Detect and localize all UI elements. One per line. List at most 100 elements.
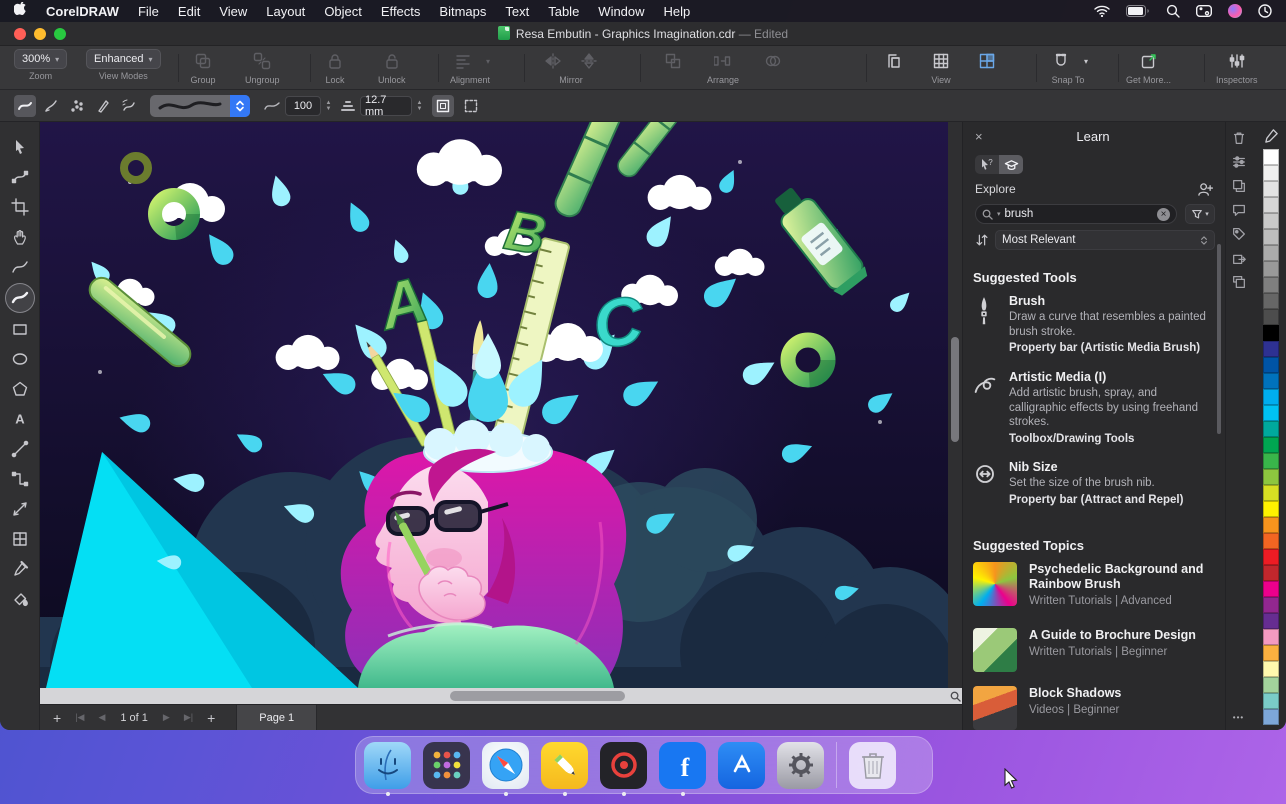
pick-tool[interactable] xyxy=(6,134,34,160)
topic-brochure[interactable]: A Guide to Brochure Design Written Tutor… xyxy=(973,628,1215,672)
sprayer-mode-button[interactable] xyxy=(66,95,88,117)
palette-swatch-4D4D4D[interactable] xyxy=(1263,309,1279,325)
search-input[interactable]: ▾ brush × xyxy=(975,204,1177,224)
palette-swatch-A3D39C[interactable] xyxy=(1263,677,1279,693)
group-button[interactable] xyxy=(190,49,216,73)
sort-dropdown[interactable]: Most Relevant xyxy=(995,230,1215,250)
alignment-button[interactable] xyxy=(450,49,476,73)
palette-swatch-F49AC1[interactable] xyxy=(1263,629,1279,645)
distribute-button[interactable] xyxy=(710,49,736,73)
topic-psychedelic[interactable]: Psychedelic Background and Rainbow Brush… xyxy=(973,562,1215,607)
palette-swatch-FBB040[interactable] xyxy=(1263,645,1279,661)
menu-edit[interactable]: Edit xyxy=(178,4,200,19)
last-page-button[interactable]: ▶| xyxy=(177,712,200,723)
siri-icon[interactable] xyxy=(1228,4,1242,18)
palette-swatch-EC008C[interactable] xyxy=(1263,581,1279,597)
panel-scrollbar-thumb[interactable] xyxy=(1217,244,1221,434)
menu-app-name[interactable]: CorelDRAW xyxy=(46,4,119,19)
system-settings-dock-icon[interactable] xyxy=(777,742,824,789)
tool-result-nib-size[interactable]: Nib Size Set the size of the brush nib. … xyxy=(973,460,1215,506)
color-styles-docker-icon[interactable] xyxy=(1231,226,1247,242)
palette-swatch-7F7F7F[interactable] xyxy=(1263,277,1279,293)
ungroup-button[interactable] xyxy=(249,49,275,73)
explore-tab[interactable] xyxy=(999,155,1023,174)
stepper-arrows-icon[interactable]: ▲▼ xyxy=(323,96,334,116)
add-page-button-2[interactable]: + xyxy=(200,710,222,726)
pixel-view-button[interactable] xyxy=(974,49,1000,73)
artistic-media-tool[interactable] xyxy=(6,284,34,312)
polygon-tool[interactable] xyxy=(6,376,34,402)
palette-swatch-00A99D[interactable] xyxy=(1263,421,1279,437)
palette-swatch-FFFFFF[interactable] xyxy=(1263,149,1279,165)
palette-editor-pencil-icon[interactable] xyxy=(1264,128,1279,143)
comments-docker-icon[interactable] xyxy=(1231,202,1247,218)
text-tool[interactable]: A xyxy=(6,406,34,432)
dimension-tool[interactable] xyxy=(6,496,34,522)
symbols-docker-icon[interactable] xyxy=(1231,274,1247,290)
topic-block-shadows[interactable]: Block Shadows Videos | Beginner xyxy=(973,686,1215,730)
fill-tool[interactable] xyxy=(6,586,34,612)
canvas-artwork[interactable]: A B C xyxy=(40,122,948,688)
lock-button[interactable] xyxy=(322,49,348,73)
brush-mode-button[interactable] xyxy=(40,95,62,117)
border-toggle-button[interactable] xyxy=(432,95,454,117)
menu-table[interactable]: Table xyxy=(548,4,579,19)
share-profile-icon[interactable] xyxy=(1197,182,1213,196)
palette-swatch-D6D6D6[interactable] xyxy=(1263,197,1279,213)
menu-window[interactable]: Window xyxy=(598,4,644,19)
combine-button[interactable] xyxy=(760,49,786,73)
palette-swatch-F26522[interactable] xyxy=(1263,533,1279,549)
vertical-scrollbar-thumb[interactable] xyxy=(951,337,959,442)
palette-swatch-2E3192[interactable] xyxy=(1263,341,1279,357)
palette-swatch-0054A6[interactable] xyxy=(1263,357,1279,373)
trash-docker-icon[interactable] xyxy=(1231,130,1247,146)
palette-swatch-E3E3E3[interactable] xyxy=(1263,181,1279,197)
zoom-corner-button[interactable] xyxy=(948,688,962,704)
palette-swatch-ABABAB[interactable] xyxy=(1263,245,1279,261)
mirror-horizontal-button[interactable] xyxy=(540,49,566,73)
menu-object[interactable]: Object xyxy=(324,4,362,19)
filter-button[interactable]: ▾ xyxy=(1185,204,1215,224)
palette-swatch-ED1C24[interactable] xyxy=(1263,549,1279,565)
properties-docker-icon[interactable] xyxy=(1231,154,1247,170)
smoothing-value[interactable]: 100 xyxy=(285,96,321,116)
connector-tool[interactable] xyxy=(6,466,34,492)
menu-help[interactable]: Help xyxy=(664,4,691,19)
clock-icon[interactable] xyxy=(1258,4,1272,18)
stepper-arrows-icon[interactable]: ▲▼ xyxy=(414,96,425,116)
spotlight-search-icon[interactable] xyxy=(1166,4,1180,18)
palette-swatch-FFF200[interactable] xyxy=(1263,501,1279,517)
preset-mode-button[interactable] xyxy=(14,95,36,117)
palette-swatch-F0F0F0[interactable] xyxy=(1263,165,1279,181)
tool-result-artistic-media[interactable]: Artistic Media (I) Add artistic brush, s… xyxy=(973,370,1215,445)
next-page-button[interactable]: ▶ xyxy=(156,712,177,723)
palette-swatch-C9C9C9[interactable] xyxy=(1263,213,1279,229)
bezier-tool[interactable] xyxy=(6,436,34,462)
trash-dock-icon[interactable] xyxy=(849,742,896,789)
control-center-icon[interactable] xyxy=(1196,5,1212,17)
add-page-button[interactable]: + xyxy=(46,710,68,726)
chevron-down-icon[interactable]: ▾ xyxy=(1084,57,1088,66)
sort-icon[interactable] xyxy=(975,233,989,247)
get-more-button[interactable] xyxy=(1136,49,1162,73)
palette-swatch-D7DF23[interactable] xyxy=(1263,485,1279,501)
safari-dock-icon[interactable] xyxy=(482,742,529,789)
page-sorter-button[interactable] xyxy=(882,49,908,73)
freehand-tool[interactable] xyxy=(6,254,34,280)
menu-bitmaps[interactable]: Bitmaps xyxy=(439,4,486,19)
palette-swatch-F7941D[interactable] xyxy=(1263,517,1279,533)
calligraphic-mode-button[interactable] xyxy=(92,95,114,117)
app-store-dock-icon[interactable] xyxy=(718,742,765,789)
menu-layout[interactable]: Layout xyxy=(266,4,305,19)
more-dockers-button[interactable]: ••• xyxy=(1233,713,1244,722)
chevron-down-icon[interactable]: ▾ xyxy=(486,57,490,66)
rectangle-tool[interactable] xyxy=(6,316,34,342)
palette-swatch-BDBDBD[interactable] xyxy=(1263,229,1279,245)
apple-menu[interactable] xyxy=(14,2,27,20)
eyedropper-tool[interactable] xyxy=(6,556,34,582)
ellipse-tool[interactable] xyxy=(6,346,34,372)
palette-swatch-39B54A[interactable] xyxy=(1263,453,1279,469)
crop-tool[interactable] xyxy=(6,194,34,220)
facebook-dock-icon[interactable]: f xyxy=(659,742,706,789)
view-mode-dropdown[interactable]: Enhanced ▾ xyxy=(86,49,161,69)
